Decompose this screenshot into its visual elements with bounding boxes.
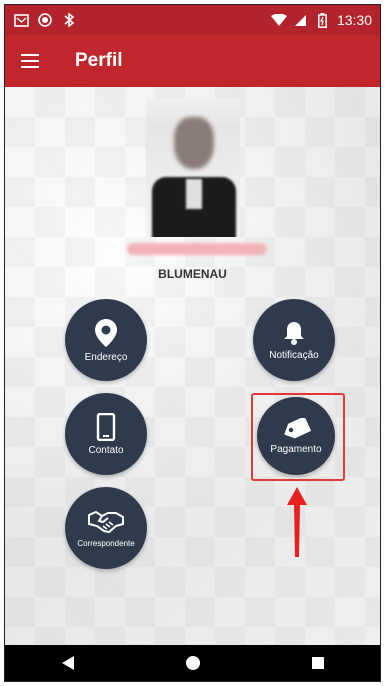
- endereco-label: Endereço: [84, 351, 128, 363]
- status-bar: 13:30: [5, 5, 380, 35]
- status-left-icons: [13, 12, 77, 28]
- bell-icon: [282, 320, 306, 346]
- battery-icon: [315, 12, 331, 28]
- up-arrow-indicator: [287, 487, 307, 557]
- contato-label: Contato: [88, 444, 124, 456]
- home-icon[interactable]: [173, 649, 213, 677]
- signal-icon: [293, 12, 309, 28]
- navigation-bar: [5, 645, 380, 681]
- wifi-icon: [270, 12, 287, 28]
- phone-screen: 13:30 Perfil BLUMENAU Endereço Notificaç…: [4, 4, 381, 682]
- recents-icon[interactable]: [298, 649, 338, 677]
- status-time: 13:30: [336, 12, 372, 28]
- back-icon[interactable]: [48, 649, 88, 677]
- tag-icon: [281, 417, 311, 440]
- handshake-icon: [87, 509, 125, 535]
- contato-button[interactable]: Contato: [65, 393, 147, 475]
- bluetooth-icon: [61, 12, 77, 28]
- status-right-icons: 13:30: [270, 12, 372, 28]
- message-icon: [13, 12, 29, 28]
- endereco-button[interactable]: Endereço: [65, 299, 147, 381]
- correspondente-label: Correspondente: [77, 538, 135, 548]
- pagamento-label: Pagamento: [270, 443, 322, 455]
- profile-photo: [146, 99, 240, 237]
- app-bar: Perfil: [5, 35, 380, 87]
- hamburger-menu-icon[interactable]: [21, 47, 49, 75]
- notificacao-button[interactable]: Notificação: [253, 299, 335, 381]
- phone-icon: [96, 412, 116, 441]
- location-pin-icon: [94, 318, 118, 348]
- profile-name-redacted: [127, 243, 267, 255]
- pagamento-button[interactable]: Pagamento: [257, 397, 335, 475]
- notificacao-label: Notificação: [269, 349, 319, 361]
- profile-city: BLUMENAU: [158, 267, 227, 281]
- record-icon: [37, 12, 53, 28]
- profile-content: BLUMENAU Endereço Notificação Contato Pa…: [5, 87, 380, 652]
- page-title: Perfil: [75, 50, 123, 71]
- correspondente-button[interactable]: Correspondente: [65, 487, 147, 569]
